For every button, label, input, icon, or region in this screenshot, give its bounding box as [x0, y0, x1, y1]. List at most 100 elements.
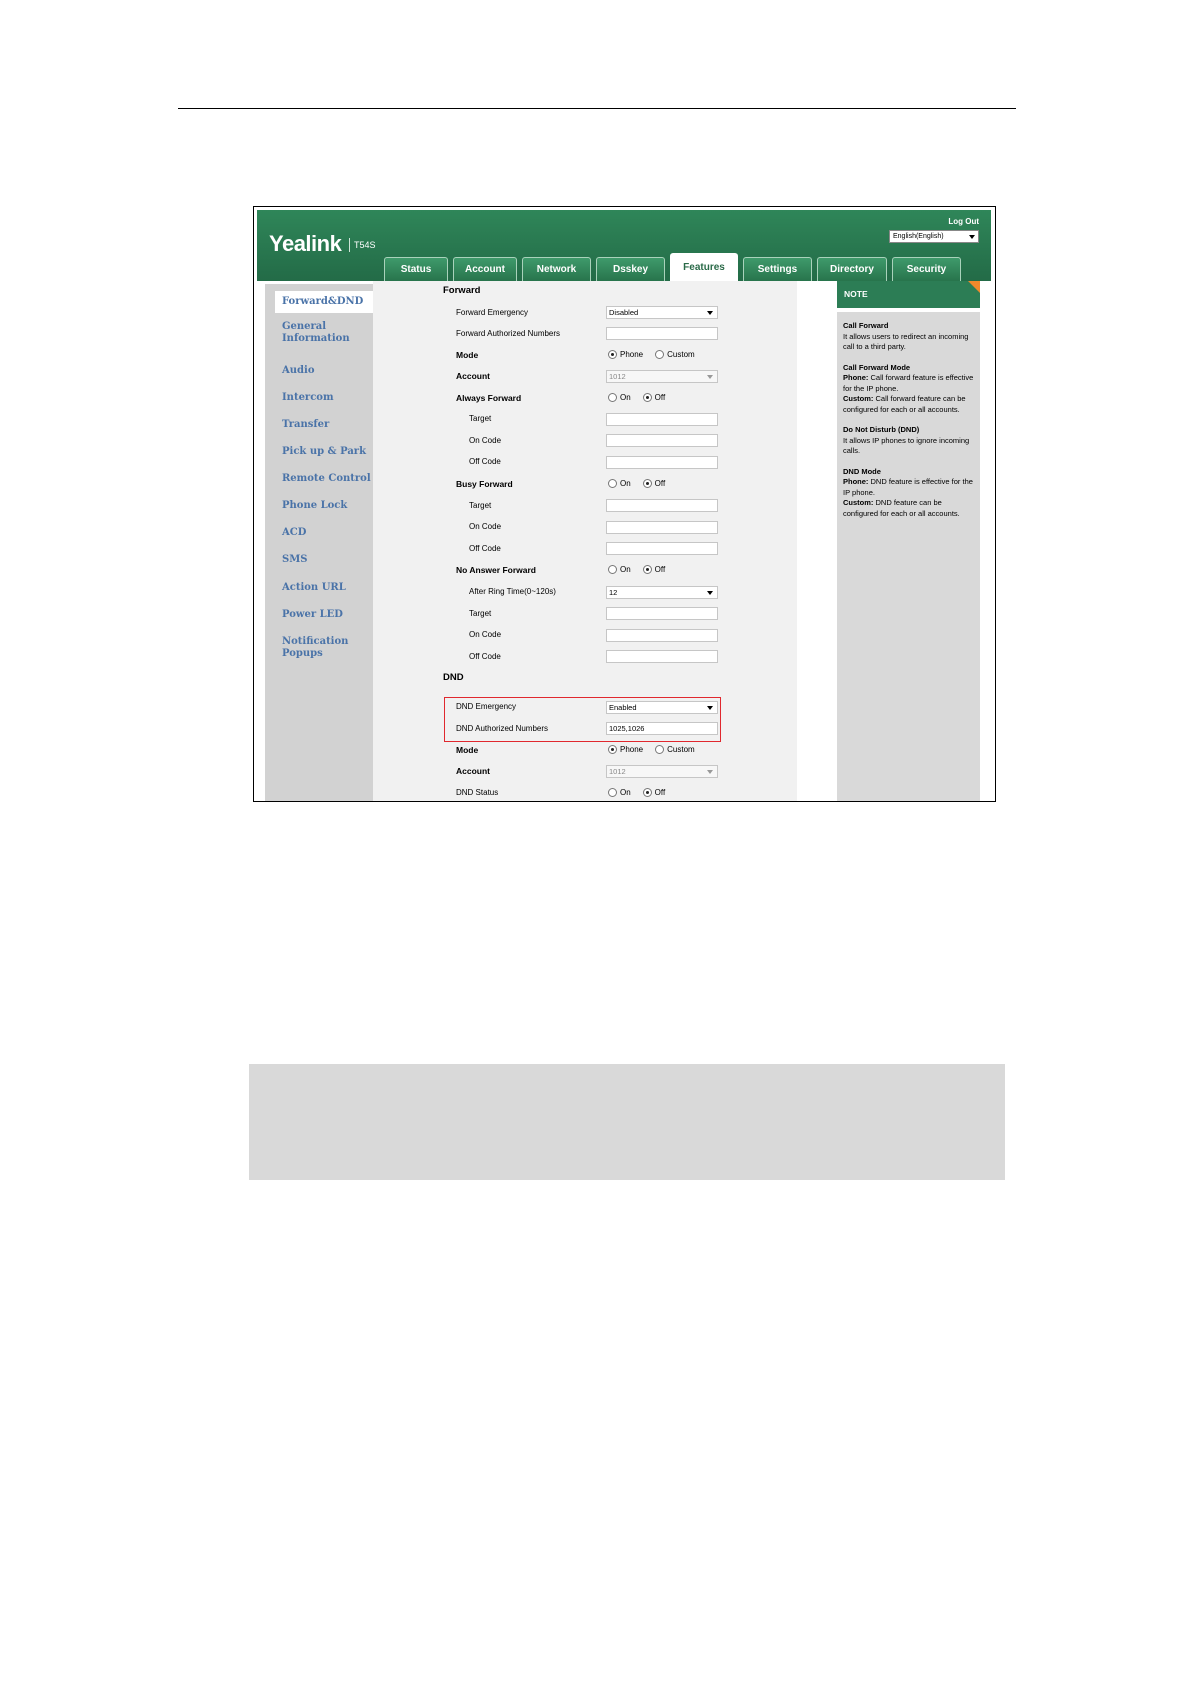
- note-key: Phone:: [843, 477, 869, 486]
- tab-dsskey[interactable]: Dsskey: [596, 257, 665, 281]
- always-forward-off-radio[interactable]: [642, 393, 652, 402]
- top-header: Yealink T54S Log Out English(English) St…: [257, 210, 991, 281]
- sidebar-item-remote-control[interactable]: Remote Control: [282, 473, 371, 485]
- dnd-authorized-input[interactable]: 1025,1026: [606, 722, 718, 735]
- sidebar-item-action-url[interactable]: Action URL: [282, 582, 346, 594]
- dnd-status-label: DND Status: [456, 788, 499, 797]
- no-answer-off-code-input[interactable]: [606, 650, 718, 663]
- brand-logo: Yealink: [269, 231, 342, 256]
- no-answer-forward-off-radio[interactable]: [642, 565, 652, 574]
- note-body: Call Forward It allows users to redirect…: [837, 312, 980, 801]
- tab-security[interactable]: Security: [892, 257, 961, 281]
- chevron-down-icon: [969, 235, 975, 239]
- sidebar-item-sms[interactable]: SMS: [282, 554, 308, 566]
- tab-settings[interactable]: Settings: [743, 257, 812, 281]
- forward-account-select[interactable]: 1012: [606, 370, 718, 383]
- busy-target-input[interactable]: [606, 499, 718, 512]
- busy-target-label: Target: [469, 501, 492, 510]
- no-answer-forward-radios: On Off: [608, 565, 665, 574]
- tab-account[interactable]: Account: [453, 257, 517, 281]
- sidebar-item-audio[interactable]: Audio: [282, 365, 315, 377]
- tab-status[interactable]: Status: [384, 257, 448, 281]
- dnd-status-radios: On Off: [608, 788, 665, 797]
- always-target-label: Target: [469, 414, 492, 423]
- sidebar-item-pickup-park[interactable]: Pick up & Park: [282, 446, 366, 458]
- radio-label: Custom: [667, 350, 695, 359]
- forward-mode-phone-radio[interactable]: [608, 350, 617, 359]
- dnd-emergency-label: DND Emergency: [456, 702, 517, 711]
- chevron-down-icon: [707, 591, 713, 595]
- note-header: NOTE: [837, 281, 980, 308]
- sidebar-item-transfer[interactable]: Transfer: [282, 419, 329, 431]
- sidebar-item-forward-dnd[interactable]: Forward&DND: [275, 291, 383, 313]
- note-text: It allows users to redirect an incoming …: [843, 331, 969, 352]
- busy-forward-label: Busy Forward: [456, 479, 513, 489]
- dnd-account-value: 1012: [609, 767, 626, 776]
- dnd-status-on-radio[interactable]: [608, 788, 617, 797]
- note-key: Phone:: [843, 373, 869, 382]
- busy-off-code-input[interactable]: [606, 542, 718, 555]
- always-off-code-input[interactable]: [606, 456, 718, 469]
- always-on-code-input[interactable]: [606, 434, 718, 447]
- always-forward-label: Always Forward: [456, 393, 522, 403]
- ring-time-select[interactable]: 12: [606, 586, 718, 599]
- chevron-down-icon: [707, 375, 713, 379]
- no-answer-on-code-input[interactable]: [606, 629, 718, 642]
- tab-directory[interactable]: Directory: [817, 257, 887, 281]
- busy-forward-off-radio[interactable]: [642, 479, 652, 488]
- sidebar-item-general-information[interactable]: General Information: [282, 321, 362, 345]
- note-heading: Call Forward Mode: [843, 362, 911, 372]
- dnd-account-select[interactable]: 1012: [606, 765, 718, 778]
- radio-label: Phone: [620, 745, 644, 754]
- radio-label: On: [620, 788, 631, 797]
- page-header-rule: [178, 108, 1016, 109]
- forward-emergency-select[interactable]: Disabled: [606, 306, 718, 319]
- no-answer-forward-on-radio[interactable]: [608, 565, 617, 574]
- note-heading: Do Not Disturb (DND): [843, 425, 920, 434]
- busy-forward-on-radio[interactable]: [608, 479, 617, 488]
- note-panel: NOTE Call Forward It allows users to red…: [837, 281, 980, 801]
- radio-label: On: [620, 393, 631, 402]
- logout-link[interactable]: Log Out: [948, 217, 979, 226]
- sidebar-item-notification-popups[interactable]: Notification Popups: [282, 636, 362, 660]
- language-value: English(English): [893, 233, 944, 240]
- tab-network[interactable]: Network: [522, 257, 591, 281]
- web-ui-screenshot: Yealink T54S Log Out English(English) St…: [253, 206, 996, 802]
- radio-label: Off: [654, 565, 666, 574]
- busy-forward-radios: On Off: [608, 479, 665, 488]
- dnd-mode-custom-radio[interactable]: [655, 745, 665, 754]
- chevron-down-icon: [707, 770, 713, 774]
- note-call-forward-mode: Call Forward Mode Phone: Call forward fe…: [843, 363, 974, 416]
- radio-label: Off: [654, 479, 666, 488]
- ring-time-value: 12: [609, 588, 618, 597]
- no-answer-target-input[interactable]: [606, 607, 718, 620]
- sidebar-item-acd[interactable]: ACD: [282, 527, 306, 539]
- busy-on-code-label: On Code: [469, 522, 502, 531]
- no-answer-forward-label: No Answer Forward: [456, 565, 536, 575]
- language-select[interactable]: English(English): [889, 230, 979, 243]
- dnd-emergency-select[interactable]: Enabled: [606, 701, 718, 714]
- forward-mode-custom-radio[interactable]: [655, 350, 665, 359]
- sidebar-item-phone-lock[interactable]: Phone Lock: [282, 500, 347, 512]
- always-forward-on-radio[interactable]: [608, 393, 617, 402]
- sidebar-item-power-led[interactable]: Power LED: [282, 609, 343, 621]
- radio-label: Off: [654, 393, 666, 402]
- always-forward-radios: On Off: [608, 393, 665, 402]
- tab-features[interactable]: Features: [670, 253, 738, 281]
- dnd-status-off-radio[interactable]: [642, 788, 652, 797]
- busy-on-code-input[interactable]: [606, 521, 718, 534]
- forward-authorized-input[interactable]: [606, 327, 718, 340]
- main-tabs: Status Account Network Dsskey Features S…: [384, 250, 961, 281]
- radio-label: Off: [654, 788, 666, 797]
- ring-time-label: After Ring Time(0~120s): [469, 587, 556, 596]
- forward-account-label: Account: [456, 371, 490, 381]
- always-target-input[interactable]: [606, 413, 718, 426]
- note-heading: Call Forward: [843, 321, 889, 330]
- no-answer-off-code-label: Off Code: [469, 652, 501, 661]
- chevron-down-icon: [707, 311, 713, 315]
- sidebar-item-intercom[interactable]: Intercom: [282, 392, 334, 404]
- note-key: Custom:: [843, 394, 874, 403]
- corner-fold-icon: [968, 281, 980, 293]
- radio-label: On: [620, 565, 631, 574]
- dnd-mode-phone-radio[interactable]: [608, 745, 617, 754]
